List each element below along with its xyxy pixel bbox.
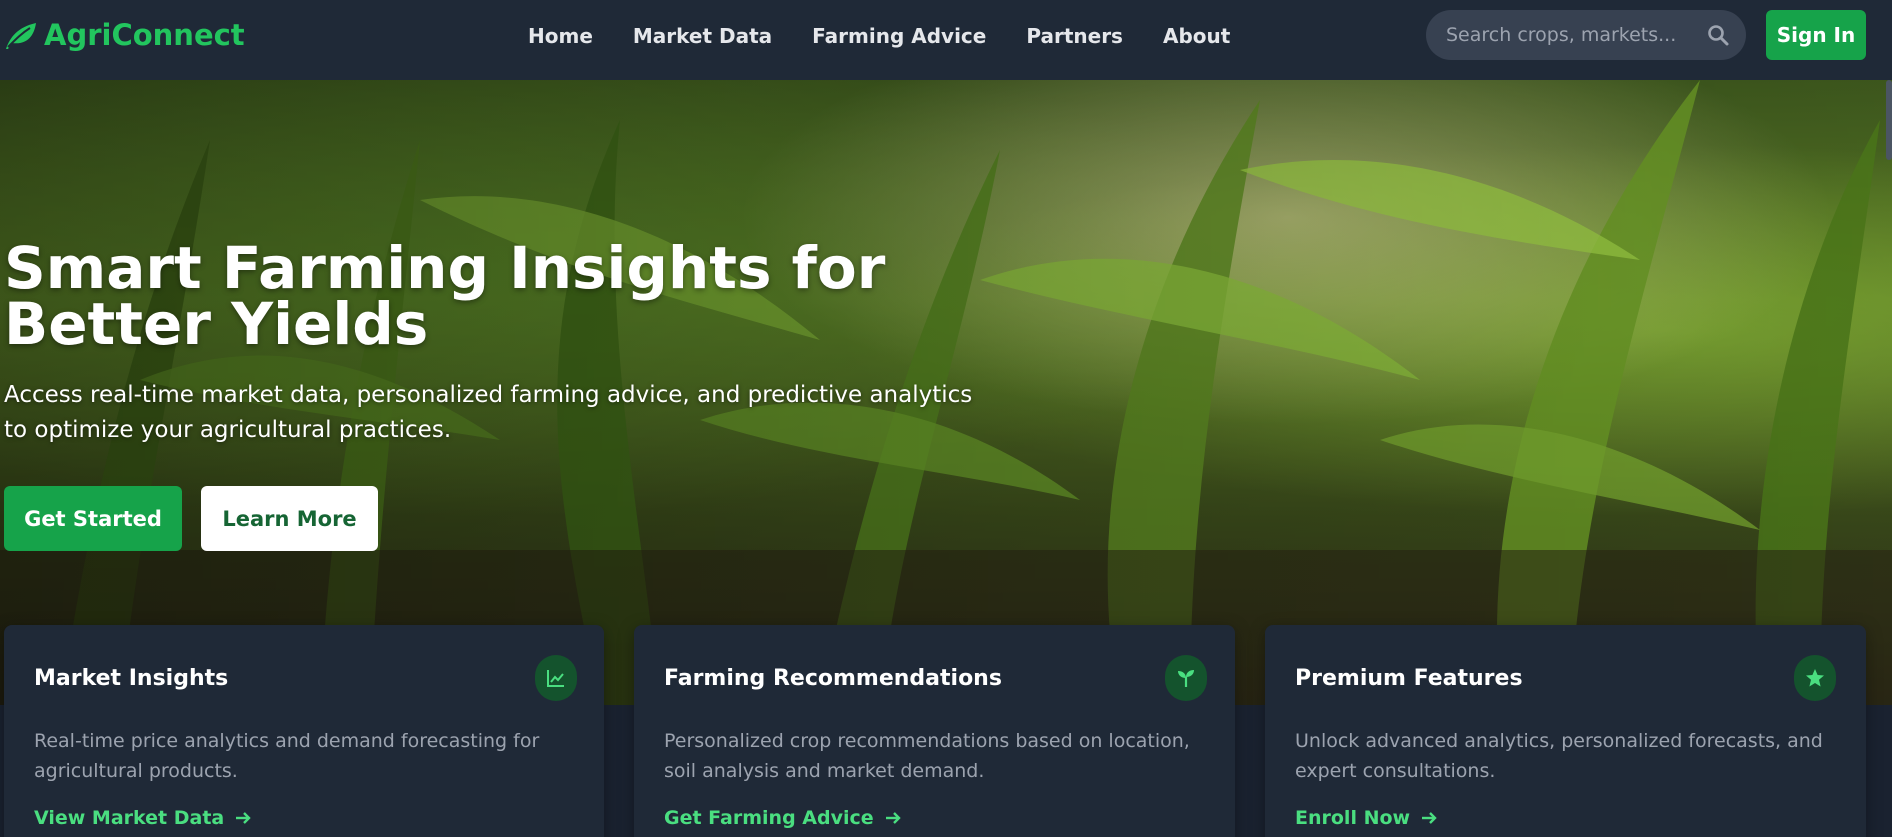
card-description: Personalized crop recommendations based … [664,730,1190,782]
card-title: Premium Features [1295,666,1523,691]
nav-link-farming-advice[interactable]: Farming Advice [812,22,986,50]
link-label: View Market Data [34,807,225,829]
search-icon[interactable] [1706,23,1730,47]
card-title: Farming Recommendations [664,666,1002,691]
brand-name: AgriConnect [44,18,245,52]
hero-title: Smart Farming Insights for Better Yields [4,234,886,358]
get-farming-advice-link[interactable]: Get Farming Advice [664,807,902,829]
page-scrollbar[interactable] [1886,80,1892,160]
arrow-right-icon [1422,812,1437,824]
nav-link-market-data[interactable]: Market Data [633,22,772,50]
learn-more-button[interactable]: Learn More [201,486,378,551]
card-market-insights: Market Insights Real-time price analytic… [4,625,604,837]
search-box [1426,10,1746,60]
leaf-icon [6,23,36,49]
get-started-button[interactable]: Get Started [4,486,182,551]
card-title: Market Insights [34,666,229,691]
seedling-icon [1165,655,1207,701]
star-icon [1794,655,1836,701]
chart-line-icon [535,655,577,701]
view-market-data-link[interactable]: View Market Data [34,807,252,829]
top-navbar: AgriConnect Home Market Data Farming Adv… [0,0,1892,80]
sign-in-button[interactable]: Sign In [1766,10,1866,60]
link-label: Enroll Now [1295,807,1411,829]
arrow-right-icon [885,812,901,824]
card-premium-features: Premium Features Unlock advanced analyti… [1265,625,1866,837]
card-description: Real-time price analytics and demand for… [34,730,540,782]
nav-link-about[interactable]: About [1163,22,1230,50]
search-input[interactable] [1446,24,1696,46]
card-description: Unlock advanced analytics, personalized … [1295,730,1823,782]
link-label: Get Farming Advice [664,807,874,829]
card-farming-recommendations: Farming Recommendations Personalized cro… [634,625,1235,837]
arrow-right-icon [236,812,251,824]
nav-link-partners[interactable]: Partners [1026,22,1123,50]
hero-section: Smart Farming Insights for Better Yields… [0,80,1892,705]
main-menu: Home Market Data Farming Advice Partners… [528,22,1230,50]
nav-link-home[interactable]: Home [528,22,593,50]
hero-subtitle: Access real-time market data, personaliz… [4,382,973,443]
brand-logo[interactable]: AgriConnect [4,18,245,52]
enroll-now-link[interactable]: Enroll Now [1295,807,1438,829]
